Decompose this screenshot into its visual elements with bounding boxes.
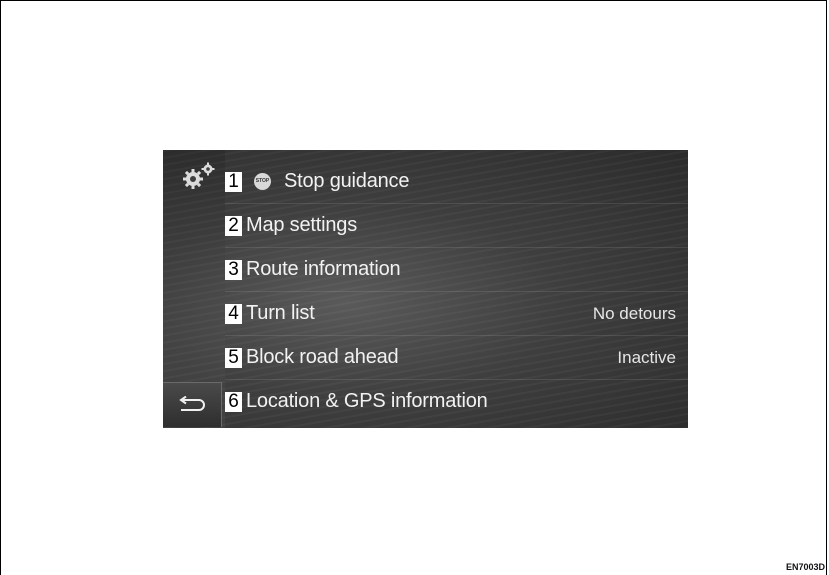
menu-item-label: Route information	[246, 258, 401, 280]
item-number-badge: 1	[225, 171, 242, 192]
navigation-screen: 1 STOP Stop guidance 2 Map settings 3 Ro…	[163, 150, 688, 428]
menu-item-route-information[interactable]: 3 Route information	[225, 248, 688, 292]
item-number-badge: 3	[225, 259, 242, 280]
menu-item-block-road-ahead[interactable]: 5 Block road ahead Inactive	[225, 336, 688, 380]
menu-list: 1 STOP Stop guidance 2 Map settings 3 Ro…	[225, 160, 688, 423]
back-button[interactable]	[163, 382, 222, 427]
back-arrow-icon	[179, 396, 205, 411]
menu-item-map-settings[interactable]: 2 Map settings	[225, 204, 688, 248]
menu-item-turn-list[interactable]: 4 Turn list No detours	[225, 292, 688, 336]
item-number-badge: 2	[225, 215, 242, 236]
gears-icon	[183, 162, 215, 189]
menu-item-label: Turn list	[246, 302, 315, 324]
menu-item-label: Block road ahead	[246, 346, 399, 368]
menu-item-label: Map settings	[246, 214, 357, 236]
menu-item-status: Inactive	[617, 347, 676, 367]
menu-item-location-gps-information[interactable]: 6 Location & GPS information	[225, 380, 688, 423]
stop-icon-text: STOP	[255, 178, 270, 184]
stop-icon: STOP	[254, 173, 271, 190]
menu-item-label: Location & GPS information	[246, 390, 488, 412]
item-number-badge: 6	[225, 391, 242, 412]
item-number-badge: 5	[225, 347, 242, 368]
item-number-badge: 4	[225, 303, 242, 324]
menu-item-stop-guidance[interactable]: 1 STOP Stop guidance	[225, 160, 688, 204]
left-column	[163, 150, 225, 428]
figure-code: EN7003D	[785, 562, 825, 572]
menu-item-status: No detours	[592, 303, 676, 323]
menu-item-label: Stop guidance	[284, 170, 410, 192]
